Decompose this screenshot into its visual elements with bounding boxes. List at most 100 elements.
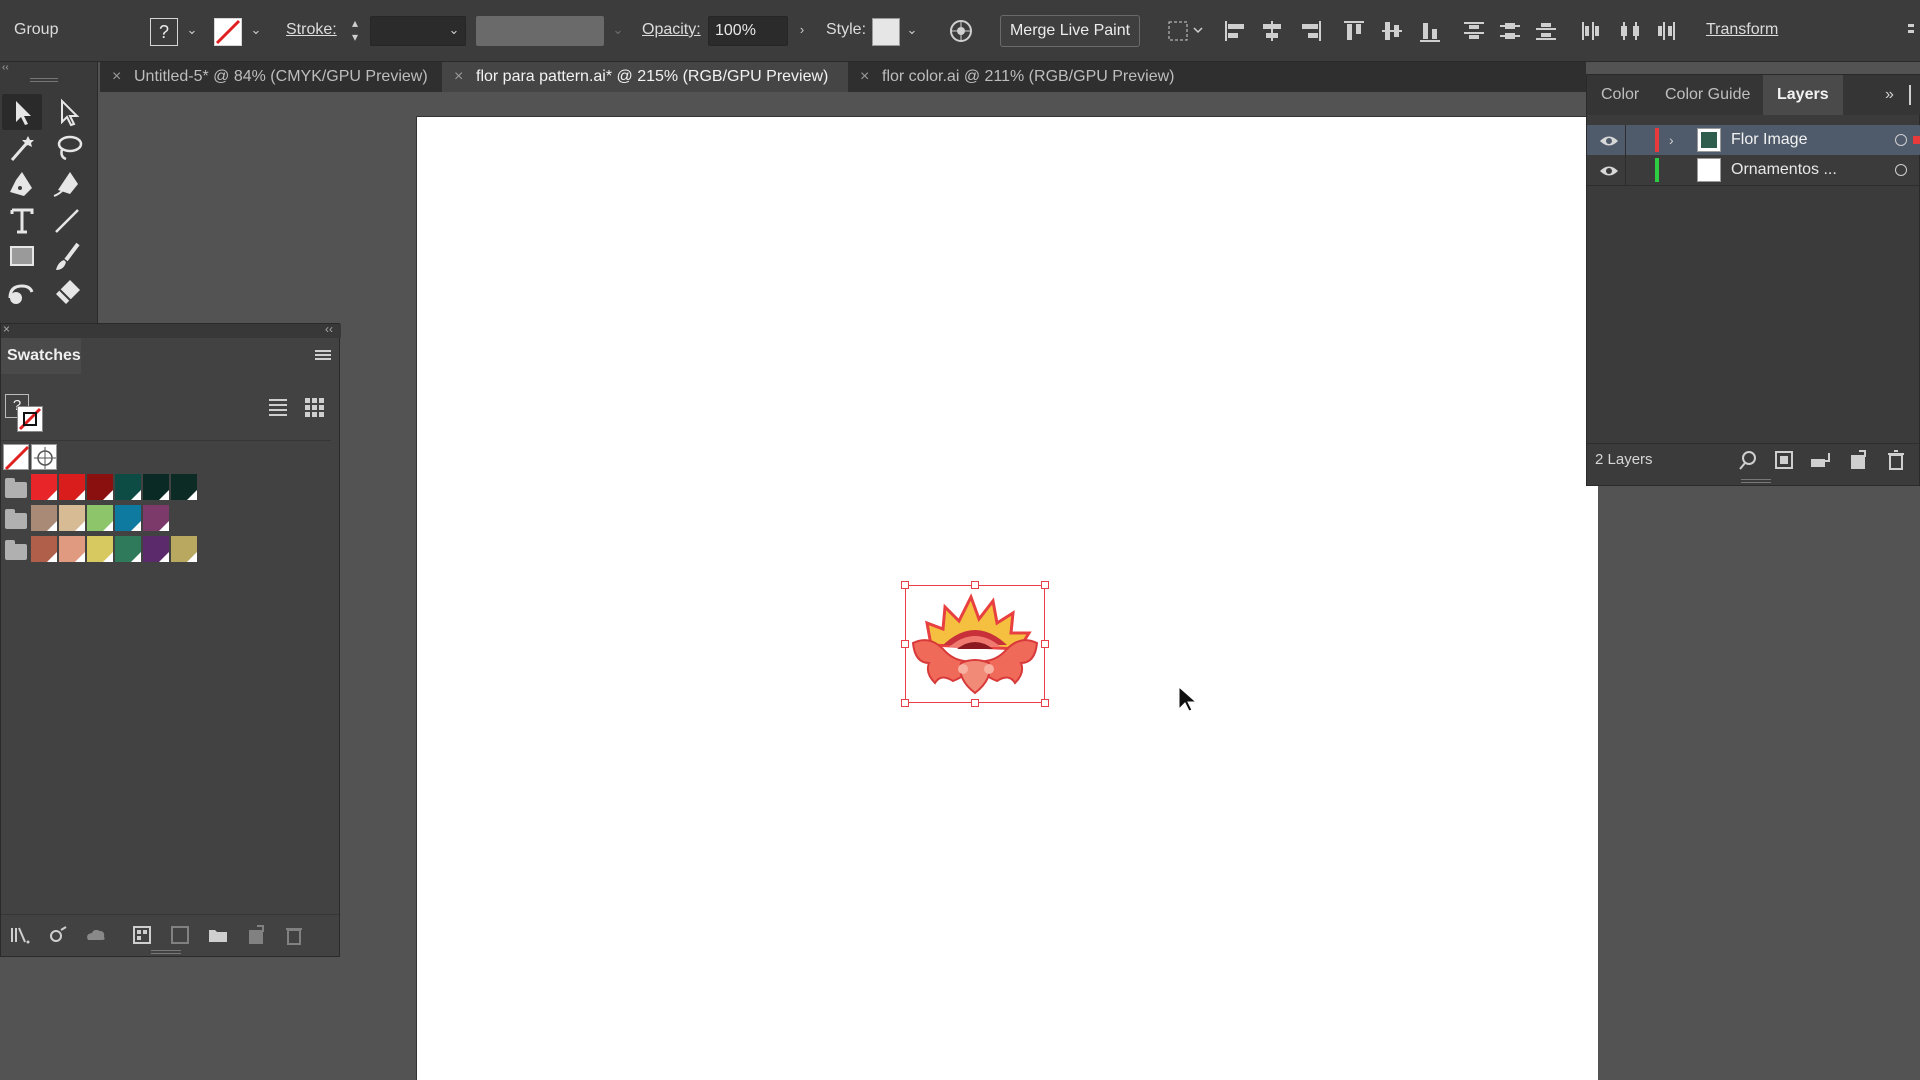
locate-object-icon[interactable] [1737,449,1759,471]
swatch-libraries-menu-icon[interactable] [9,924,31,946]
recolor-artwork-icon[interactable] [948,18,974,44]
swatch-color[interactable] [31,505,57,531]
resize-handle[interactable] [1041,640,1049,648]
tab-close-icon[interactable]: × [860,62,869,92]
expand-layer-chevron-icon[interactable]: › [1669,125,1685,155]
list-view-icon[interactable] [267,396,289,418]
swatch-color[interactable] [87,474,113,500]
layer-row-flor-image[interactable]: › Flor Image [1587,125,1920,155]
visibility-eye-icon[interactable] [1599,161,1619,179]
tab-color-guide[interactable]: Color Guide [1651,75,1764,115]
swatch-color[interactable] [31,474,57,500]
align-bottom-icon[interactable] [1416,18,1444,44]
lasso-tool-icon[interactable] [48,130,88,166]
swatch-color[interactable] [87,505,113,531]
tools-grip[interactable] [30,78,58,82]
align-vertical-center-icon[interactable] [1378,18,1406,44]
pen-tool-icon[interactable] [2,166,42,202]
transform-link[interactable]: Transform [1706,21,1778,39]
swatch-color[interactable] [115,474,141,500]
eraser-tool-icon[interactable] [48,274,88,310]
cloud-library-icon[interactable] [83,924,105,946]
folder-icon[interactable] [5,540,27,560]
swatch-color[interactable] [143,505,169,531]
new-color-group-icon[interactable] [207,924,229,946]
swatch-color[interactable] [143,536,169,562]
stroke-weight-stepper[interactable]: ▴ ▾ [348,16,362,46]
thumbnail-view-icon[interactable] [303,396,325,418]
tab-close-icon[interactable]: × [112,62,121,92]
resize-handle[interactable] [901,699,909,707]
visibility-eye-icon[interactable] [1599,131,1619,149]
tab-flor-color[interactable]: × flor color.ai @ 211% (RGB/GPU Preview) [848,62,1218,92]
style-chevron-icon[interactable]: ⌄ [906,22,918,38]
distribute-horizontal-center-icon[interactable] [1616,18,1644,44]
distribute-vertical-center-icon[interactable] [1496,18,1524,44]
magic-wand-tool-icon[interactable] [2,130,42,166]
selection-tool-icon[interactable] [2,94,42,130]
type-tool-icon[interactable] [2,202,42,238]
swatch-color[interactable] [115,536,141,562]
swatch-kind-menu-icon[interactable] [47,924,69,946]
swatch-color[interactable] [143,474,169,500]
stroke-weight-chevron-icon[interactable]: ⌄ [448,22,460,38]
panel-collapse-icon[interactable]: ‹‹ [325,322,333,336]
resize-handle[interactable] [901,640,909,648]
swatch-color[interactable] [171,536,197,562]
distribute-bottom-icon[interactable] [1532,18,1560,44]
stroke-swatch[interactable] [214,18,242,46]
distribute-right-icon[interactable] [1652,18,1680,44]
merge-live-paint-button[interactable]: Merge Live Paint [1000,15,1140,47]
swatches-tab[interactable]: Swatches [1,338,81,374]
swatch-color[interactable] [59,474,85,500]
layer-name[interactable]: Ornamentos ... [1731,155,1837,185]
line-segment-tool-icon[interactable] [48,202,88,238]
layer-name[interactable]: Flor Image [1731,125,1807,155]
delete-swatch-icon[interactable] [283,924,305,946]
panel-header-strip[interactable]: × ‹‹ [1,322,341,338]
paintbrush-tool-icon[interactable] [48,238,88,274]
swatch-color[interactable] [115,505,141,531]
swatch-color[interactable] [31,536,57,562]
swatch-color[interactable] [171,474,197,500]
artboard[interactable] [416,116,1598,1080]
panel-menu-icon[interactable] [315,348,331,362]
panel-resize-grip[interactable] [1741,479,1771,483]
fill-dropdown-chevron-icon[interactable]: ⌄ [186,22,198,38]
opacity-label[interactable]: Opacity: [642,21,701,39]
tab-layers[interactable]: Layers [1763,75,1843,115]
graphic-style-swatch[interactable] [872,18,900,46]
align-left-icon[interactable] [1222,18,1250,44]
panel-menu-icon[interactable] [1909,85,1911,105]
select-similar-objects-icon[interactable] [1166,18,1206,44]
align-top-icon[interactable] [1340,18,1368,44]
resize-handle[interactable] [1041,581,1049,589]
swatch-registration[interactable] [31,444,57,470]
distribute-left-icon[interactable] [1578,18,1606,44]
create-sublayer-icon[interactable] [1809,449,1831,471]
swatch-none[interactable] [3,444,30,471]
distribute-top-icon[interactable] [1460,18,1488,44]
folder-icon[interactable] [5,478,27,498]
show-swatch-options-icon[interactable] [131,924,153,946]
resize-handle[interactable] [971,699,979,707]
stroke-dropdown-chevron-icon[interactable]: ⌄ [250,22,262,38]
curvature-tool-icon[interactable] [48,166,88,202]
tab-flor-para-pattern[interactable]: × flor para pattern.ai* @ 215% (RGB/GPU … [442,62,848,92]
layer-row-ornamentos[interactable]: Ornamentos ... [1587,155,1920,185]
stroke-indicator[interactable] [17,406,43,432]
variable-width-profile[interactable] [476,16,604,46]
swatch-color[interactable] [59,505,85,531]
new-color-group-disabled-icon[interactable] [169,924,191,946]
selection-indicator[interactable] [1913,136,1920,144]
tools-collapse-icon[interactable]: ‹‹ [2,62,16,73]
panel-close-icon[interactable]: × [3,322,10,336]
resize-handle[interactable] [901,581,909,589]
align-right-icon[interactable] [1296,18,1324,44]
panel-resize-grip[interactable] [151,950,181,954]
new-swatch-icon[interactable] [245,924,267,946]
fill-swatch[interactable]: ? [150,18,178,46]
resize-handle[interactable] [1041,699,1049,707]
control-bar-menu-icon[interactable] [1906,22,1916,40]
swatch-color[interactable] [87,536,113,562]
